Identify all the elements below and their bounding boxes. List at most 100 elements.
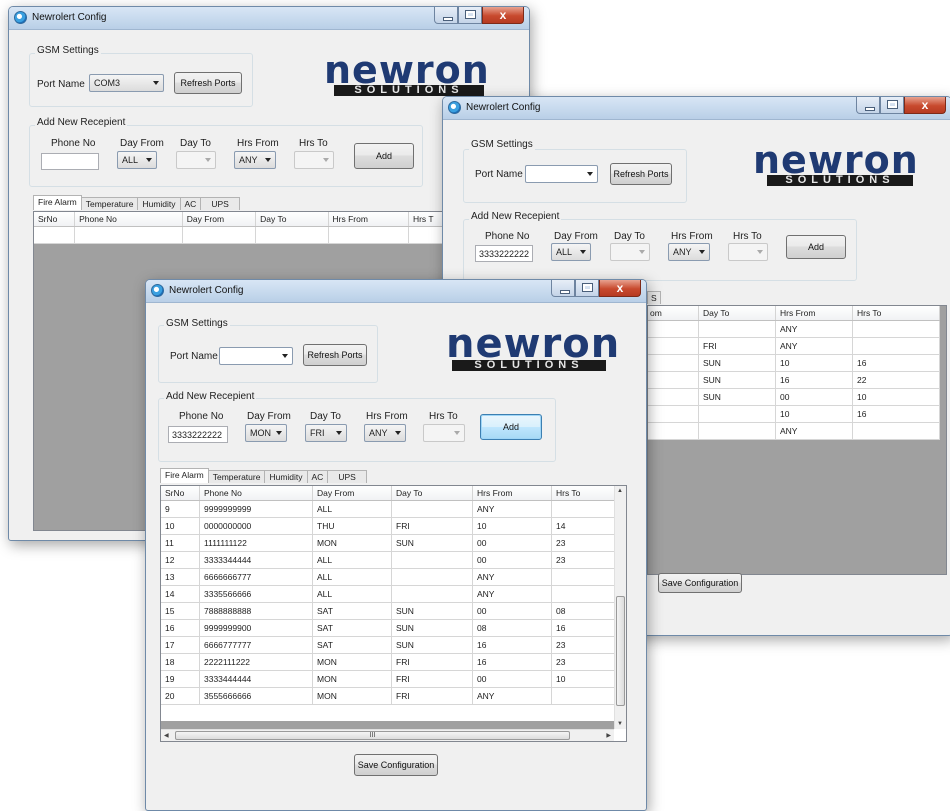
table-cell[interactable]: 23 bbox=[551, 534, 623, 552]
table-cell[interactable]: ALL bbox=[312, 500, 392, 518]
minimize-icon[interactable] bbox=[434, 7, 458, 24]
table-cell[interactable]: FRI bbox=[391, 517, 473, 535]
cell[interactable] bbox=[34, 226, 76, 244]
table-cell[interactable] bbox=[648, 354, 699, 372]
horizontal-scrollbar[interactable]: ◀ III ▶ bbox=[161, 729, 614, 741]
table-row[interactable]: 17 6666777777 SAT SUN 16 23 bbox=[161, 636, 623, 654]
table-cell[interactable]: SAT bbox=[312, 602, 392, 620]
table-cell[interactable]: 18 bbox=[161, 653, 200, 671]
column-header-hrs-to[interactable]: Hrs To bbox=[852, 306, 940, 321]
table-cell[interactable]: 08 bbox=[472, 619, 552, 637]
table-cell[interactable]: FRI bbox=[391, 653, 473, 671]
title-bar[interactable]: Newrolert Config bbox=[443, 97, 950, 120]
table-row[interactable]: 10 16 bbox=[648, 405, 940, 423]
table-cell[interactable]: SUN bbox=[698, 371, 776, 389]
close-icon[interactable] bbox=[599, 280, 641, 297]
tab-humidity[interactable]: Humidity bbox=[137, 197, 181, 210]
add-button[interactable]: Add bbox=[354, 143, 414, 169]
column-header-day-to[interactable]: Day To bbox=[255, 212, 329, 227]
table-cell[interactable] bbox=[551, 687, 623, 705]
table-cell[interactable]: 13 bbox=[161, 568, 200, 586]
table-cell[interactable]: THU bbox=[312, 517, 392, 535]
table-cell[interactable]: SAT bbox=[312, 636, 392, 654]
table-cell[interactable] bbox=[698, 405, 776, 423]
table-cell[interactable]: ALL bbox=[312, 568, 392, 586]
table-cell[interactable]: SUN bbox=[391, 534, 473, 552]
table-cell[interactable]: 3333444444 bbox=[199, 670, 313, 688]
scroll-right-icon[interactable]: ▶ bbox=[606, 732, 611, 739]
table-cell[interactable]: SUN bbox=[391, 636, 473, 654]
table-cell[interactable] bbox=[698, 320, 776, 338]
table-cell[interactable]: ALL bbox=[312, 551, 392, 569]
refresh-ports-button[interactable]: Refresh Ports bbox=[303, 344, 367, 366]
table-cell[interactable]: 16 bbox=[775, 371, 853, 389]
table-row[interactable]: 18 2222111222 MON FRI 16 23 bbox=[161, 653, 623, 671]
table-cell[interactable] bbox=[391, 585, 473, 603]
table-cell[interactable]: 16 bbox=[472, 653, 552, 671]
cell[interactable] bbox=[328, 226, 409, 244]
table-row[interactable]: 16 9999999900 SAT SUN 08 16 bbox=[161, 619, 623, 637]
table-row[interactable]: FRI ANY bbox=[648, 337, 940, 355]
table-cell[interactable]: 23 bbox=[551, 653, 623, 671]
port-name-select[interactable] bbox=[219, 347, 293, 365]
table-row[interactable]: 10 0000000000 THU FRI 10 14 bbox=[161, 517, 623, 535]
table-cell[interactable]: 1111111122 bbox=[199, 534, 313, 552]
refresh-ports-button[interactable]: Refresh Ports bbox=[610, 163, 672, 185]
table-row[interactable]: ANY bbox=[648, 320, 940, 338]
table-cell[interactable]: MON bbox=[312, 670, 392, 688]
table-row[interactable]: SUN 00 10 bbox=[648, 388, 940, 406]
day-to-select[interactable]: FRI bbox=[305, 424, 347, 442]
column-header-hrs-to[interactable]: Hrs To bbox=[551, 486, 623, 501]
cell[interactable] bbox=[74, 226, 183, 244]
table-cell[interactable]: 6666777777 bbox=[199, 636, 313, 654]
horizontal-scroll-thumb[interactable]: III bbox=[175, 731, 570, 740]
vertical-scrollbar[interactable]: ▲ ▼ bbox=[614, 486, 626, 729]
table-cell[interactable] bbox=[551, 500, 623, 518]
table-cell[interactable]: 12 bbox=[161, 551, 200, 569]
table-cell[interactable]: MON bbox=[312, 653, 392, 671]
table-cell[interactable]: 14 bbox=[161, 585, 200, 603]
table-cell[interactable] bbox=[648, 337, 699, 355]
table-cell[interactable]: ANY bbox=[775, 320, 853, 338]
tab-ups[interactable]: UPS bbox=[327, 470, 367, 483]
table-cell[interactable]: 7888888888 bbox=[199, 602, 313, 620]
table-cell[interactable]: 10 bbox=[775, 354, 853, 372]
table-cell[interactable]: 23 bbox=[551, 636, 623, 654]
table-cell[interactable]: ANY bbox=[775, 422, 853, 440]
cell[interactable] bbox=[255, 226, 329, 244]
add-button[interactable]: Add bbox=[480, 414, 542, 440]
column-header-day-to[interactable]: Day To bbox=[698, 306, 776, 321]
table-cell[interactable]: ANY bbox=[775, 337, 853, 355]
scroll-left-icon[interactable]: ◀ bbox=[164, 732, 169, 739]
table-cell[interactable]: 6666666777 bbox=[199, 568, 313, 586]
table-row[interactable]: SUN 16 22 bbox=[648, 371, 940, 389]
table-cell[interactable]: MON bbox=[312, 687, 392, 705]
table-row[interactable]: 15 7888888888 SAT SUN 00 08 bbox=[161, 602, 623, 620]
table-row[interactable]: 11 1111111122 MON SUN 00 23 bbox=[161, 534, 623, 552]
scroll-up-icon[interactable]: ▲ bbox=[617, 488, 623, 494]
table-cell[interactable]: 17 bbox=[161, 636, 200, 654]
port-name-select[interactable] bbox=[525, 165, 598, 183]
day-from-select[interactable]: ALL bbox=[551, 243, 591, 261]
table-cell[interactable]: FRI bbox=[391, 687, 473, 705]
table-cell[interactable]: ANY bbox=[472, 568, 552, 586]
tab-ac[interactable]: AC bbox=[306, 470, 329, 483]
table-row[interactable]: 19 3333444444 MON FRI 00 10 bbox=[161, 670, 623, 688]
table-cell[interactable] bbox=[551, 585, 623, 603]
add-button[interactable]: Add bbox=[786, 235, 846, 259]
table-cell[interactable]: 23 bbox=[551, 551, 623, 569]
hrs-from-select[interactable]: ANY bbox=[668, 243, 710, 261]
table-cell[interactable] bbox=[551, 568, 623, 586]
table-cell[interactable]: 9999999900 bbox=[199, 619, 313, 637]
hrs-from-select[interactable]: ANY bbox=[364, 424, 406, 442]
table-cell[interactable]: ANY bbox=[472, 687, 552, 705]
table-cell[interactable]: SUN bbox=[391, 602, 473, 620]
day-from-select[interactable]: ALL bbox=[117, 151, 157, 169]
table-cell[interactable]: 00 bbox=[472, 534, 552, 552]
table-cell[interactable]: 15 bbox=[161, 602, 200, 620]
table-cell[interactable]: 16 bbox=[161, 619, 200, 637]
table-cell[interactable]: 00 bbox=[472, 602, 552, 620]
table-cell[interactable]: 3555666666 bbox=[199, 687, 313, 705]
table-row[interactable]: SUN 10 16 bbox=[648, 354, 940, 372]
tab-ups[interactable]: UPS bbox=[200, 197, 240, 210]
